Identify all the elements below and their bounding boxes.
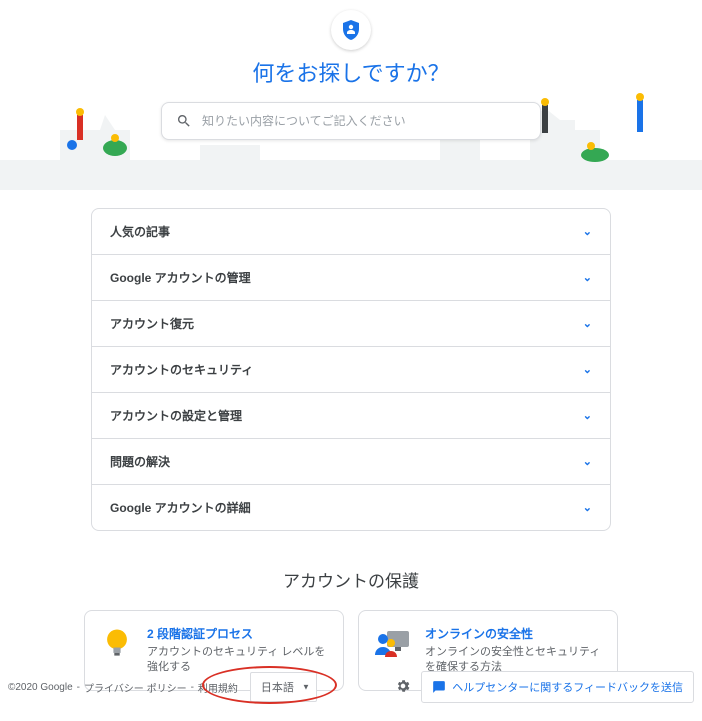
accordion-label: Google アカウントの詳細: [110, 499, 251, 516]
people-monitor-icon: [373, 625, 413, 661]
shield-icon: [331, 10, 371, 50]
accordion-label: 問題の解決: [110, 453, 170, 470]
accordion-label: アカウントのセキュリティ: [110, 361, 253, 378]
gear-icon[interactable]: [395, 678, 411, 697]
chevron-down-icon: ⌄: [583, 409, 592, 422]
card-title: オンラインの安全性: [425, 625, 603, 642]
accordion-item-details[interactable]: Google アカウントの詳細 ⌄: [92, 485, 610, 530]
feedback-button[interactable]: ヘルプセンターに関するフィードバックを送信: [421, 671, 694, 703]
chevron-down-icon: ⌄: [583, 455, 592, 468]
caret-down-icon: ▼: [302, 683, 310, 692]
accordion-item-troubleshoot[interactable]: 問題の解決 ⌄: [92, 439, 610, 485]
accordion-item-recovery[interactable]: アカウント復元 ⌄: [92, 301, 610, 347]
protect-heading: アカウントの保護: [0, 567, 702, 592]
chevron-down-icon: ⌄: [583, 317, 592, 330]
accordion: 人気の記事 ⌄ Google アカウントの管理 ⌄ アカウント復元 ⌄ アカウントのセ…: [91, 208, 611, 531]
search-box[interactable]: [161, 102, 541, 140]
card-title: 2 段階認証プロセス: [147, 625, 329, 642]
hero-title: 何をお探しですか？: [0, 56, 702, 88]
terms-link[interactable]: 利用規約: [198, 680, 238, 695]
lightbulb-icon: [99, 625, 135, 661]
privacy-link[interactable]: プライバシー ポリシー: [84, 680, 187, 695]
language-value: 日本語: [261, 682, 294, 694]
chevron-down-icon: ⌄: [583, 271, 592, 284]
chevron-down-icon: ⌄: [583, 363, 592, 376]
accordion-item-settings[interactable]: アカウントの設定と管理 ⌄: [92, 393, 610, 439]
copyright: ©2020 Google: [8, 682, 73, 693]
search-icon: [176, 113, 192, 129]
search-input[interactable]: [202, 114, 526, 128]
accordion-item-popular[interactable]: 人気の記事 ⌄: [92, 209, 610, 255]
footer: ©2020 Google - プライバシー ポリシー - 利用規約 日本語 ▼ …: [0, 671, 702, 703]
accordion-item-security[interactable]: アカウントのセキュリティ ⌄: [92, 347, 610, 393]
chevron-down-icon: ⌄: [583, 225, 592, 238]
accordion-item-manage[interactable]: Google アカウントの管理 ⌄: [92, 255, 610, 301]
language-selector[interactable]: 日本語 ▼: [250, 672, 317, 702]
feedback-label: ヘルプセンターに関するフィードバックを送信: [452, 679, 683, 695]
feedback-icon: [432, 680, 446, 694]
accordion-label: 人気の記事: [110, 223, 170, 240]
accordion-label: Google アカウントの管理: [110, 269, 251, 286]
chevron-down-icon: ⌄: [583, 501, 592, 514]
accordion-label: アカウント復元: [110, 315, 194, 332]
accordion-label: アカウントの設定と管理: [110, 407, 242, 424]
